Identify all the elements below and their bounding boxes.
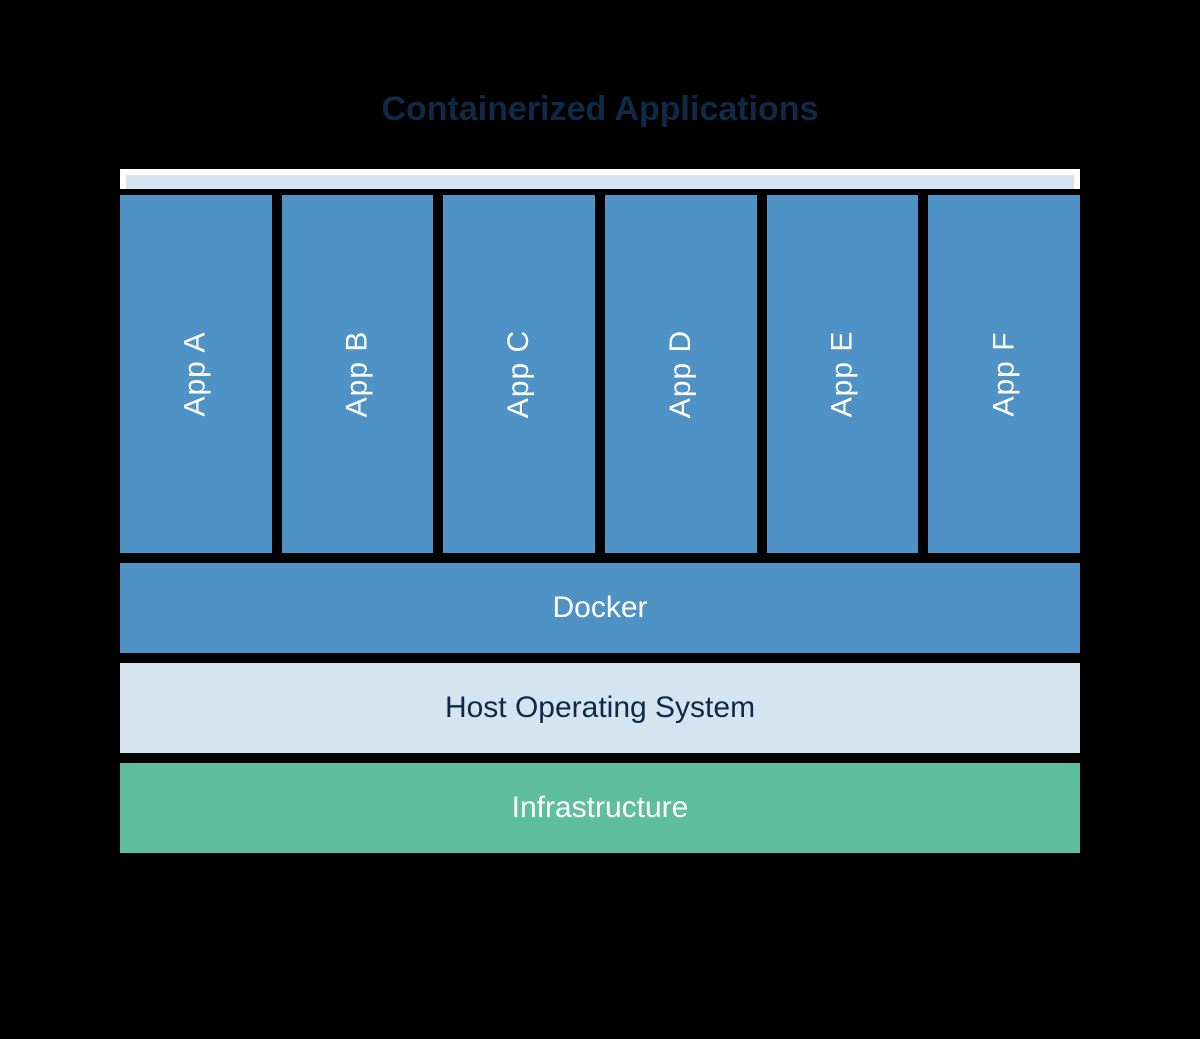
docker-label: Docker xyxy=(552,591,647,625)
app-label: App D xyxy=(664,330,698,418)
app-box-a: App A xyxy=(120,195,272,553)
app-box-c: App C xyxy=(443,195,595,553)
app-label: App F xyxy=(987,331,1021,416)
app-label: App B xyxy=(341,331,375,418)
app-label: App A xyxy=(179,331,213,416)
app-box-e: App E xyxy=(767,195,919,553)
diagram-title: Containerized Applications xyxy=(120,90,1080,129)
bracket-decoration xyxy=(120,169,1080,189)
host-os-layer: Host Operating System xyxy=(120,663,1080,753)
app-label: App C xyxy=(502,330,536,418)
app-box-f: App F xyxy=(928,195,1080,553)
infrastructure-label: Infrastructure xyxy=(512,791,689,825)
app-box-b: App B xyxy=(282,195,434,553)
docker-layer: Docker xyxy=(120,563,1080,653)
apps-row: App A App B App C App D App E App F xyxy=(120,195,1080,553)
diagram-container: Containerized Applications App A App B A… xyxy=(120,90,1080,853)
infrastructure-layer: Infrastructure xyxy=(120,763,1080,853)
app-label: App E xyxy=(826,331,860,418)
host-os-label: Host Operating System xyxy=(445,691,755,725)
app-box-d: App D xyxy=(605,195,757,553)
